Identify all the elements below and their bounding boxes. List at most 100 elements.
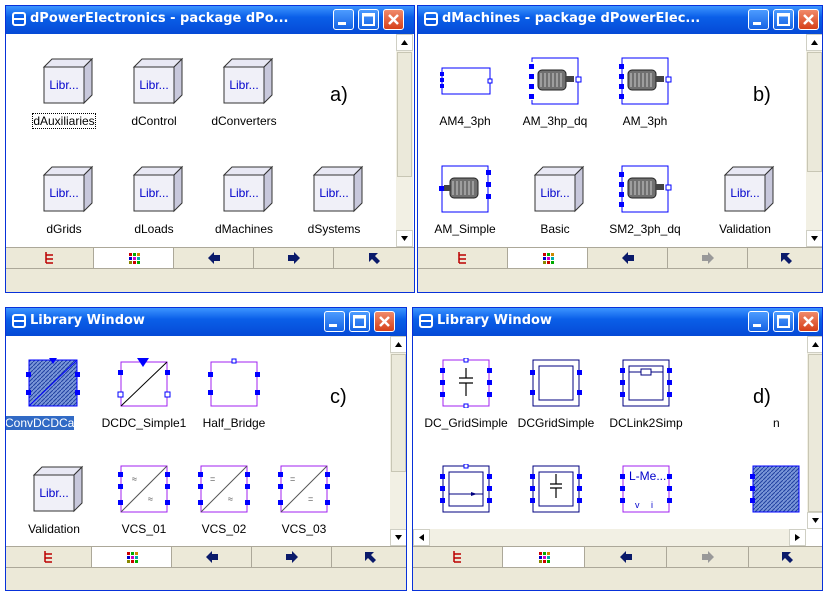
tab-icon-view[interactable] [94,248,174,268]
svg-text:Libr...: Libr... [49,78,78,92]
scroll-right-arrow[interactable] [789,529,806,546]
maximize-button[interactable] [773,311,794,332]
window-title: dPowerElectronics - package dPo... [30,11,289,26]
library-window-icon [424,12,438,26]
window-title: Library Window [437,313,552,328]
tab-forward[interactable] [668,248,748,268]
scroll-up-arrow[interactable] [390,336,406,353]
panel-label: a) [330,84,348,106]
scroll-thumb[interactable] [807,52,822,172]
close-button[interactable] [798,311,819,332]
grid-icon [542,253,554,264]
maximize-button[interactable] [773,9,794,30]
minimize-button[interactable] [333,9,354,30]
scroll-up-arrow[interactable] [807,336,822,353]
minimize-button[interactable] [748,9,769,30]
tree-icon [452,551,461,563]
back-arrow-icon [207,252,220,264]
title-bar[interactable]: Library Window [413,308,822,336]
tab-parent[interactable] [332,547,406,567]
library-box-icon: Libr... [222,57,274,105]
tab-tree-view[interactable] [6,248,94,268]
scroll-down-arrow[interactable] [807,512,822,529]
vertical-scrollbar[interactable] [807,336,822,529]
minimize-button[interactable] [748,311,769,332]
tab-forward[interactable] [667,547,749,567]
vertical-scrollbar[interactable] [396,34,413,247]
up-left-arrow-icon [781,253,792,264]
maximize-button[interactable] [358,9,379,30]
status-bar [413,567,822,590]
library-box-icon: Libr... [42,57,94,105]
library-box-icon: Libr... [132,57,184,105]
tree-icon [44,252,53,264]
svg-text:≈: ≈ [132,474,137,484]
svg-text:Libr...: Libr... [139,186,168,200]
svg-text:=: = [290,474,295,484]
scroll-up-arrow[interactable] [806,34,822,51]
library-window-icon [12,12,26,26]
tab-forward[interactable] [252,547,332,567]
up-left-arrow-icon [365,552,376,563]
tab-back[interactable] [172,547,252,567]
dc-link-icon [620,359,672,407]
library-box-icon: Libr... [222,165,274,213]
tab-icon-view[interactable] [92,547,172,567]
forward-arrow-icon [701,551,714,563]
tab-back[interactable] [588,248,668,268]
tab-tree-view[interactable] [413,547,503,567]
up-left-arrow-icon [369,253,380,264]
library-box-icon: Libr... [723,165,775,213]
horizontal-scrollbar[interactable] [413,529,806,546]
tab-parent[interactable] [749,547,822,567]
tree-icon [457,252,466,264]
hatched-block-icon [750,465,800,513]
maximize-button[interactable] [349,311,370,332]
scroll-up-arrow[interactable] [396,34,413,51]
scroll-down-arrow[interactable] [390,529,406,546]
dcdc-converter-icon [117,358,171,407]
library-box-icon: Libr... [132,165,184,213]
scroll-down-arrow[interactable] [396,230,413,247]
scroll-down-arrow[interactable] [806,230,822,247]
tab-forward[interactable] [254,248,334,268]
vertical-scrollbar[interactable] [390,336,406,546]
tab-back[interactable] [585,547,667,567]
minimize-button[interactable] [324,311,345,332]
window-c: Library Window c) ConvDCDCa DCDC_Simple1… [5,307,407,591]
panel-label: c) [330,386,347,408]
close-button[interactable] [798,9,819,30]
forward-arrow-icon [287,252,300,264]
svg-text:≈: ≈ [148,494,153,504]
view-tabs [6,247,414,268]
tab-tree-view[interactable] [6,547,92,567]
scroll-left-arrow[interactable] [413,529,430,546]
scroll-thumb[interactable] [808,354,822,512]
svg-text:Libr...: Libr... [229,78,258,92]
motor-icon [529,57,582,105]
vertical-scrollbar[interactable] [806,34,822,247]
svg-text:=: = [308,494,313,504]
tab-icon-view[interactable] [503,547,585,567]
tab-icon-view[interactable] [508,248,588,268]
scroll-thumb[interactable] [397,52,412,177]
panel-label: d) [753,386,771,408]
window-title: dMachines - package dPowerElec... [442,11,701,26]
back-arrow-icon [621,252,634,264]
scroll-thumb[interactable] [391,354,406,472]
tab-back[interactable] [174,248,254,268]
library-window-icon [419,314,433,328]
motor-icon [619,57,672,105]
close-button[interactable] [374,311,395,332]
grid-icon [128,253,140,264]
title-bar[interactable]: Library Window [6,308,406,336]
tab-parent[interactable] [334,248,414,268]
back-arrow-icon [205,551,218,563]
half-bridge-icon [208,358,260,407]
close-button[interactable] [383,9,404,30]
title-bar[interactable]: dMachines - package dPowerElec... [418,6,822,34]
tab-parent[interactable] [748,248,822,268]
tab-tree-view[interactable] [418,248,508,268]
library-box-icon: Libr... [32,465,84,513]
title-bar[interactable]: dPowerElectronics - package dPo... [6,6,414,34]
